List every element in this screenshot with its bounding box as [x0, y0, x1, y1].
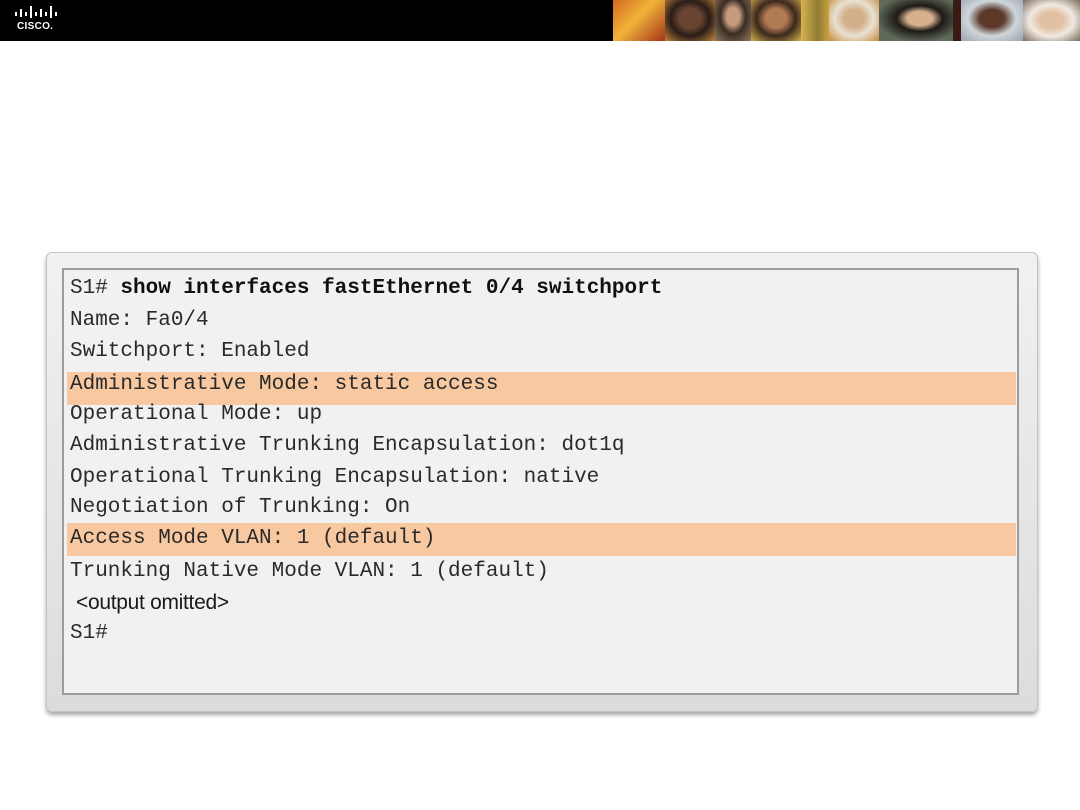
output-line-name: Name: Fa0/4: [70, 309, 209, 332]
output-omitted-note: <output omitted>: [76, 591, 229, 614]
photo-7: [879, 0, 953, 41]
output-line-negotiation: Negotiation of Trunking: On: [70, 496, 411, 519]
command-line: S1# show interfaces fastEthernet 0/4 swi…: [70, 274, 662, 304]
output-line-administrative-mode: Administrative Mode: static access: [70, 373, 499, 396]
output-line-switchport: Switchport: Enabled: [70, 340, 310, 363]
header-photo-strip: [613, 0, 1080, 41]
photo-8: [953, 0, 961, 41]
photo-9: [961, 0, 1023, 41]
output-line-native-vlan: Trunking Native Mode VLAN: 1 (default): [70, 560, 549, 583]
photo-2: [665, 0, 715, 41]
output-line-admin-trunk-encap: Administrative Trunking Encapsulation: d…: [70, 434, 625, 457]
final-prompt: S1#: [70, 622, 108, 645]
cisco-bars-icon: [15, 6, 57, 18]
output-line-operational-mode: Operational Mode: up: [70, 403, 323, 426]
header-bar: CISCO.: [0, 0, 1080, 41]
photo-4: [751, 0, 801, 41]
cisco-logo: CISCO.: [14, 6, 64, 36]
photo-10: [1023, 0, 1080, 41]
photo-1: [613, 0, 665, 41]
photo-3: [715, 0, 751, 41]
prompt: S1#: [70, 277, 108, 300]
command-text: show interfaces fastEthernet 0/4 switchp…: [120, 277, 663, 300]
photo-5: [801, 0, 829, 41]
photo-6: [829, 0, 879, 41]
output-line-access-mode-vlan: Access Mode VLAN: 1 (default): [70, 527, 436, 550]
cisco-logo-text: CISCO.: [17, 21, 54, 32]
output-line-oper-trunk-encap: Operational Trunking Encapsulation: nati…: [70, 466, 600, 489]
